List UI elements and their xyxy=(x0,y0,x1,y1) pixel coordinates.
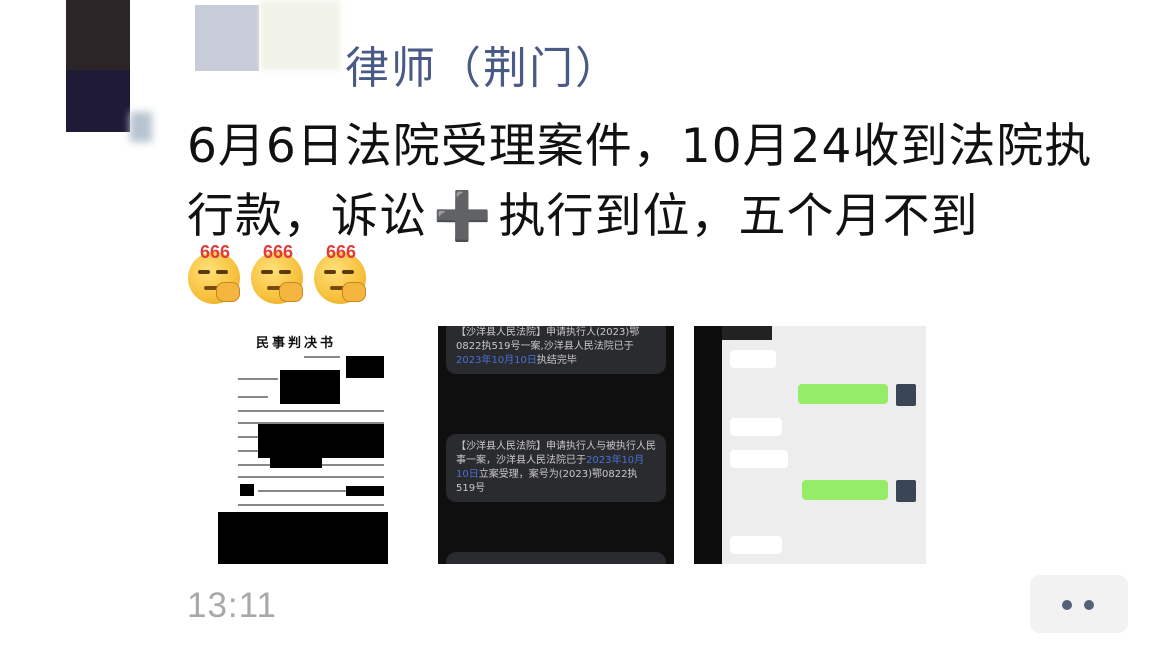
voice-bubble-left xyxy=(730,536,782,554)
image-thumbnail-judgment[interactable]: 民事判决书 xyxy=(218,326,388,564)
avatar-mosaic-edge xyxy=(130,112,152,142)
dot-icon xyxy=(1062,600,1072,610)
emoji-row: 666 666 666 xyxy=(186,242,386,312)
emoji-label: 666 xyxy=(200,242,231,262)
document-title: 民事判决书 xyxy=(256,336,337,351)
voice-bubble-right xyxy=(802,480,888,500)
avatar-mosaic-bottom xyxy=(66,70,130,132)
image-thumbnail-sms[interactable]: 【沙洋县人民法院】申请执行人(2023)鄂0822执519号一案,沙洋县人民法院… xyxy=(438,326,674,564)
redaction-block xyxy=(258,424,384,458)
666-thinking-emoji: 666 xyxy=(249,242,311,304)
redaction-block xyxy=(218,512,388,564)
redaction-block xyxy=(346,486,384,496)
image-thumbnail-chat[interactable] xyxy=(694,326,926,564)
redaction-block xyxy=(270,458,322,468)
voice-bubble-left xyxy=(730,450,788,468)
666-thinking-emoji: 666 xyxy=(312,242,374,304)
message-text-2: 执行到位，五个月不到 xyxy=(498,189,979,244)
blurred-region xyxy=(260,0,340,70)
sms-bubble: 【沙洋县人民法院】申请执行人与被执行人民事一案，沙洋县人民法院已于2023年10… xyxy=(446,434,666,502)
dark-sidebar xyxy=(694,326,722,564)
post-message: 6月6日法院受理案件，10月24收到法院执行款，诉讼 ➕ 执行到位，五个月不到 xyxy=(187,112,1137,252)
voice-bubble-right xyxy=(798,384,888,404)
more-options-button[interactable] xyxy=(1030,575,1128,633)
avatar-mosaic-top xyxy=(66,0,130,70)
emoji-label: 666 xyxy=(263,242,294,262)
sms-bubble: 【沙洋县人民法院】申请执行人(2023)鄂0822执519号一案,沙洋县人民法院… xyxy=(446,326,666,374)
redaction-block xyxy=(280,370,340,404)
dark-header xyxy=(722,326,772,340)
chat-avatar xyxy=(896,480,916,502)
redaction-block xyxy=(346,356,384,378)
voice-bubble-left xyxy=(730,350,776,368)
emoji-label: 666 xyxy=(326,242,357,262)
plus-icon: ➕ xyxy=(433,189,493,244)
blurred-region xyxy=(195,5,259,71)
post-timestamp: 13:11 xyxy=(187,586,277,625)
avatar[interactable] xyxy=(62,0,152,142)
redaction-block xyxy=(240,484,254,496)
dot-icon xyxy=(1084,600,1094,610)
chat-avatar xyxy=(896,384,916,406)
voice-bubble-left xyxy=(730,418,782,436)
author-name[interactable]: 律师（荆门） xyxy=(345,32,621,96)
666-thinking-emoji: 666 xyxy=(186,242,248,304)
sms-bubble xyxy=(446,552,666,564)
